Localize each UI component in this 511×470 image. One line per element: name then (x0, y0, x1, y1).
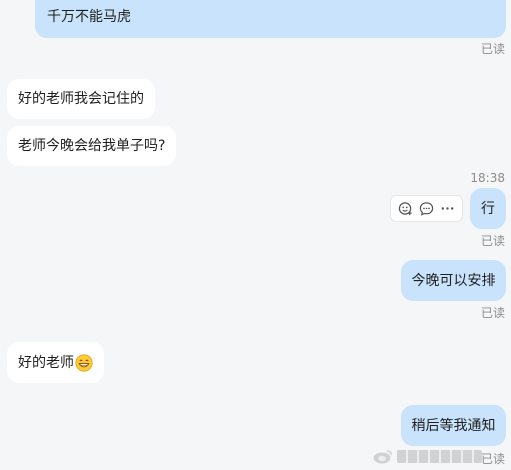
read-status: 已读 (480, 306, 505, 320)
message-timestamp: 18:38 (470, 171, 505, 185)
watermark (372, 447, 482, 465)
outgoing-message-bubble[interactable]: 今晚可以安排 (401, 260, 506, 301)
message-text: 好的老师我会记住的 (18, 91, 144, 107)
incoming-message-bubble[interactable]: 老师今晚会给我单子吗? (7, 126, 177, 166)
outgoing-message-bubble[interactable]: 行 (470, 188, 506, 229)
read-status: 已读 (480, 42, 505, 56)
incoming-message-bubble[interactable]: 好的老师我会记住的 (7, 79, 155, 119)
message-text: 千万不能马虎 (47, 9, 131, 25)
read-status: 已读 (480, 234, 505, 248)
message-text: 老师今晚会给我单子吗? (18, 138, 166, 154)
incoming-message-bubble[interactable]: 好的老师 (7, 342, 104, 383)
message-action-bar (390, 195, 463, 222)
read-status: 已读 (480, 452, 505, 466)
sticker-add-icon[interactable] (398, 201, 414, 217)
reply-icon[interactable] (419, 201, 435, 217)
message-text: 好的老师 (18, 354, 74, 371)
message-text: 今晚可以安排 (411, 272, 496, 289)
message-text: 稍后等我通知 (411, 417, 496, 434)
outgoing-message-bubble[interactable]: 稍后等我通知 (401, 405, 506, 446)
watermark-logo-icon (373, 450, 393, 464)
grinning-face-emoji (75, 353, 93, 372)
watermark-text-placeholder (397, 449, 482, 463)
more-icon[interactable] (440, 201, 456, 217)
message-text: 行 (481, 200, 495, 217)
outgoing-message-bubble[interactable]: 千万不能马虎 (35, 0, 506, 38)
